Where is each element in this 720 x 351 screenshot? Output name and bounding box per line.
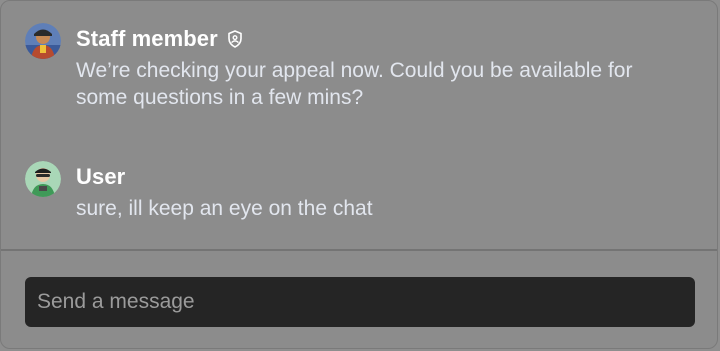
author-row: User: [76, 161, 697, 193]
author-row: Staff member: [76, 23, 697, 55]
message-list: Staff member We’re checking your appeal …: [1, 1, 717, 249]
author-name[interactable]: Staff member: [76, 26, 218, 52]
author-name[interactable]: User: [76, 164, 125, 190]
shield-badge-icon[interactable]: [225, 29, 245, 49]
user-avatar[interactable]: [25, 161, 61, 197]
message-body: User sure, ill keep an eye on the chat: [76, 161, 697, 222]
staff-avatar[interactable]: [25, 23, 61, 59]
message-body: Staff member We’re checking your appeal …: [76, 23, 697, 111]
divider: [1, 249, 717, 251]
message-text: We’re checking your appeal now. Could yo…: [76, 59, 633, 109]
chat-panel: Staff member We’re checking your appeal …: [0, 0, 718, 349]
message-text: sure, ill keep an eye on the chat: [76, 197, 373, 220]
message-composer[interactable]: [25, 277, 695, 327]
message-input[interactable]: [37, 290, 683, 314]
